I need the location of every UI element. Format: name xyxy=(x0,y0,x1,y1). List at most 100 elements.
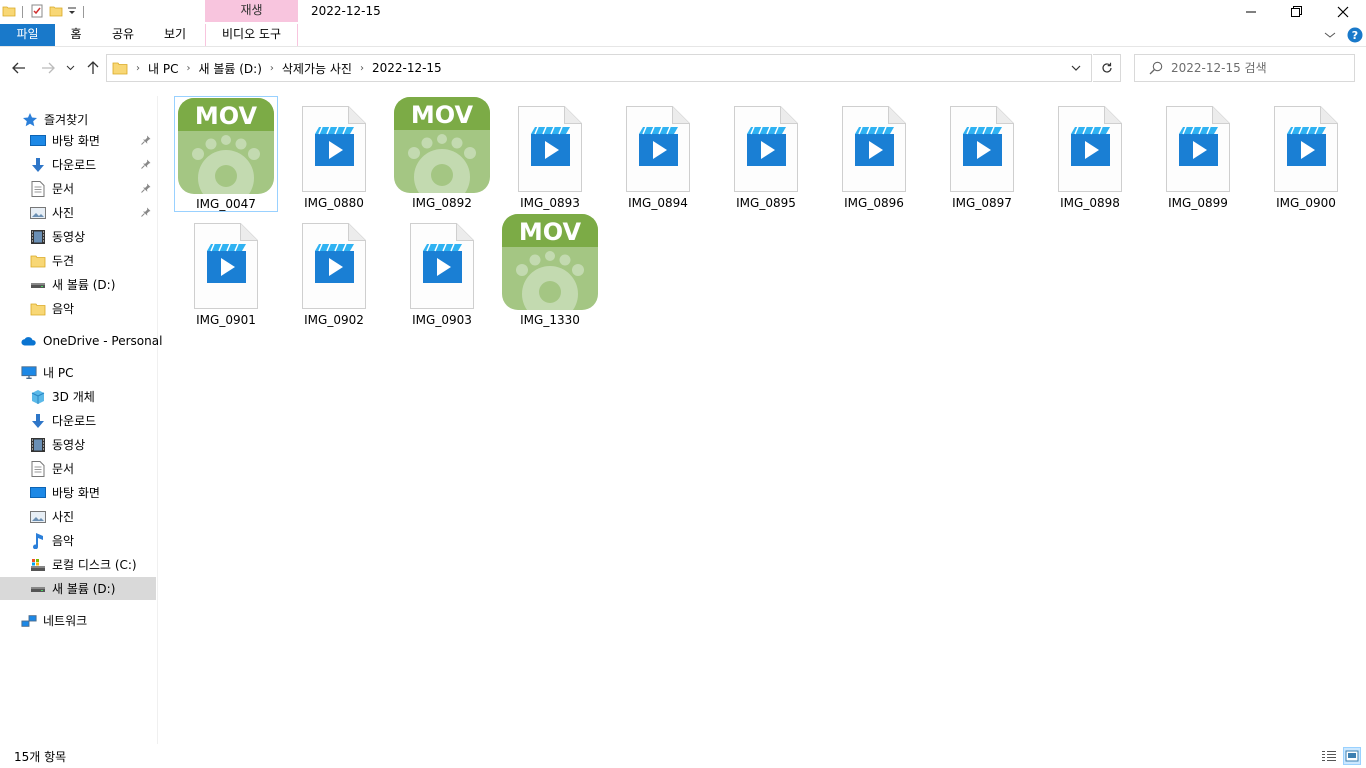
sidebar-item[interactable]: 다운로드 xyxy=(0,409,156,432)
sidebar-item[interactable]: 네트워크 xyxy=(0,609,156,632)
document-icon xyxy=(30,460,46,477)
sidebar-item[interactable]: 음악 xyxy=(0,297,156,320)
arrow-right-icon xyxy=(42,62,55,74)
details-view-button[interactable] xyxy=(1320,747,1338,765)
file-item[interactable]: IMG_0894 xyxy=(606,96,710,212)
file-name: IMG_0047 xyxy=(196,197,256,211)
new-folder-icon[interactable] xyxy=(49,4,63,21)
breadcrumb-volume-d[interactable]: 새 볼륨 (D:) xyxy=(192,60,267,77)
videos-icon xyxy=(30,229,46,245)
sidebar-item[interactable]: OneDrive - Personal xyxy=(0,329,162,352)
address-bar[interactable]: › 내 PC › 새 볼륨 (D:) › 삭제가능 사진 › 2022-12-1… xyxy=(106,54,1092,82)
quick-access-toolbar xyxy=(0,0,86,24)
recent-locations-button[interactable] xyxy=(62,59,78,77)
svg-text:?: ? xyxy=(1352,29,1358,42)
music-icon xyxy=(30,532,46,549)
sidebar-item[interactable]: 동영상 xyxy=(0,225,156,248)
restore-button[interactable] xyxy=(1274,0,1320,24)
sidebar-item[interactable]: 즐겨찾기 xyxy=(0,108,156,131)
file-item[interactable]: IMG_0902 xyxy=(282,213,386,329)
sidebar-item[interactable]: 로컬 디스크 (C:) xyxy=(0,553,156,576)
chevron-down-icon xyxy=(1071,65,1081,71)
file-name: IMG_0900 xyxy=(1276,196,1336,210)
breadcrumb-current-folder[interactable]: 2022-12-15 xyxy=(366,61,448,75)
sidebar-item[interactable]: 두견 xyxy=(0,249,156,272)
file-name: IMG_0880 xyxy=(304,196,364,210)
tab-file[interactable]: 파일 xyxy=(0,24,55,46)
file-item[interactable]: IMG_0903 xyxy=(390,213,494,329)
onedrive-icon xyxy=(21,333,37,349)
video-file-icon xyxy=(718,97,814,193)
sidebar-item[interactable]: 동영상 xyxy=(0,433,156,456)
refresh-button[interactable] xyxy=(1093,54,1121,82)
sidebar-item[interactable]: 새 볼륨 (D:) xyxy=(0,273,156,296)
pictures-icon xyxy=(30,509,46,525)
desktop-icon xyxy=(30,133,46,149)
sidebar-item[interactable]: 새 볼륨 (D:) xyxy=(0,577,156,600)
help-button[interactable]: ? xyxy=(1347,27,1363,46)
sidebar-item-label: 새 볼륨 (D:) xyxy=(52,582,116,596)
customize-toolbar-icon[interactable] xyxy=(67,5,77,19)
close-icon xyxy=(1337,6,1349,18)
close-button[interactable] xyxy=(1320,0,1366,24)
sidebar-item[interactable]: 바탕 화면 xyxy=(0,129,156,152)
chevron-right-icon: › xyxy=(186,62,191,74)
sidebar-item[interactable]: 사진 xyxy=(0,505,156,528)
sidebar-item[interactable]: 문서 xyxy=(0,457,156,480)
file-item[interactable]: IMG_0897 xyxy=(930,96,1034,212)
search-box[interactable] xyxy=(1134,54,1355,82)
pin-icon xyxy=(141,206,151,220)
restore-icon xyxy=(1291,6,1302,17)
file-item[interactable]: IMG_0895 xyxy=(714,96,818,212)
file-item[interactable]: IMG_0898 xyxy=(1038,96,1142,212)
sidebar-item[interactable]: 다운로드 xyxy=(0,153,156,176)
minimize-button[interactable] xyxy=(1228,0,1274,24)
video-file-icon xyxy=(502,97,598,193)
sidebar-item[interactable]: 사진 xyxy=(0,201,156,224)
folder-icon xyxy=(2,4,16,21)
file-item[interactable]: IMG_0893 xyxy=(498,96,602,212)
properties-icon[interactable] xyxy=(29,3,45,22)
tab-share[interactable]: 공유 xyxy=(100,24,146,46)
video-file-icon xyxy=(1150,97,1246,193)
local-disk-icon xyxy=(30,557,46,573)
sidebar-item[interactable]: 내 PC xyxy=(0,361,156,384)
sidebar-item-label: 네트워크 xyxy=(43,614,88,628)
up-button[interactable] xyxy=(83,59,103,77)
sidebar-item[interactable]: 3D 개체 xyxy=(0,385,156,408)
back-button[interactable] xyxy=(9,59,29,77)
sidebar-item[interactable]: 바탕 화면 xyxy=(0,481,156,504)
expand-ribbon-button[interactable] xyxy=(1324,29,1336,43)
navigation-pane: 즐겨찾기 바탕 화면 다운로드 문서 사진 동영상 두견 새 볼륨 (D:) 음악 OneDriv… xyxy=(0,96,162,744)
tab-home[interactable]: 홈 xyxy=(55,24,97,46)
3d-objects-icon xyxy=(30,389,46,405)
sidebar-item-label: 동영상 xyxy=(52,230,86,244)
sidebar-item[interactable]: 문서 xyxy=(0,177,156,200)
tab-video-tools[interactable]: 비디오 도구 xyxy=(205,24,298,46)
document-icon xyxy=(30,180,46,197)
large-icons-view-button[interactable] xyxy=(1343,747,1361,765)
file-name: IMG_0899 xyxy=(1168,196,1228,210)
window-title: 2022-12-15 xyxy=(311,4,381,18)
search-input[interactable] xyxy=(1171,59,1349,77)
address-history-button[interactable] xyxy=(1064,56,1088,80)
file-item[interactable]: MOV IMG_0892 xyxy=(390,96,494,212)
breadcrumb-this-pc[interactable]: 내 PC xyxy=(142,60,184,77)
breadcrumb-deletable-photos[interactable]: 삭제가능 사진 xyxy=(276,60,358,77)
sidebar-item-label: 3D 개체 xyxy=(52,390,95,404)
file-item[interactable]: IMG_0901 xyxy=(174,213,278,329)
forward-button[interactable] xyxy=(38,59,58,77)
desktop-icon xyxy=(30,485,46,501)
sidebar-item[interactable]: 음악 xyxy=(0,529,156,552)
file-item[interactable]: IMG_0900 xyxy=(1254,96,1358,212)
tab-view[interactable]: 보기 xyxy=(152,24,198,46)
sidebar-item-label: 다운로드 xyxy=(52,158,97,172)
file-item[interactable]: MOV IMG_1330 xyxy=(498,213,602,329)
sidebar-item-label: 음악 xyxy=(52,302,75,316)
file-item[interactable]: IMG_0896 xyxy=(822,96,926,212)
file-item[interactable]: IMG_0899 xyxy=(1146,96,1250,212)
file-item[interactable]: IMG_0880 xyxy=(282,96,386,212)
file-item[interactable]: MOV IMG_0047 xyxy=(174,96,278,212)
video-file-icon xyxy=(1042,97,1138,193)
file-name: IMG_0897 xyxy=(952,196,1012,210)
